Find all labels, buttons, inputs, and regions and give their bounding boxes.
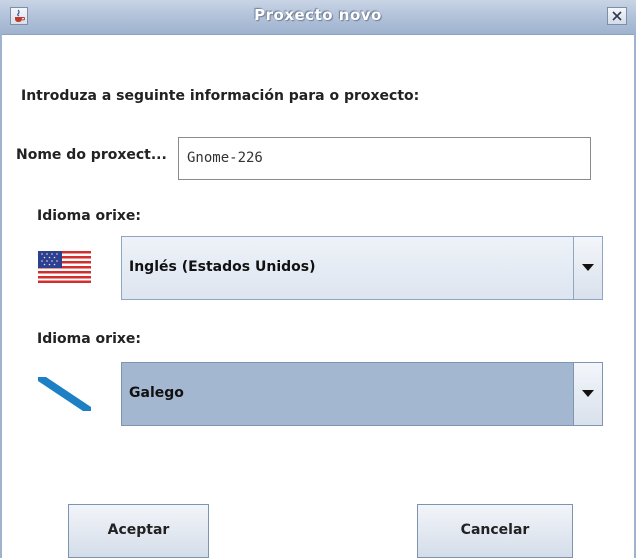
galicia-flag-icon [38,377,91,411]
target-language-select[interactable]: Galego [121,362,603,426]
chevron-down-icon[interactable] [573,237,602,299]
project-name-label: Nome do proxect... [16,147,167,163]
source-language-select[interactable]: Inglés (Estados Unidos) [121,236,603,300]
source-language-value: Inglés (Estados Unidos) [129,259,316,275]
window-border-left [0,34,2,558]
cancel-button[interactable]: Cancelar [417,504,573,558]
source-language-label: Idioma orixe: [37,208,142,224]
target-language-value: Galego [129,385,184,401]
chevron-down-icon[interactable] [573,363,602,425]
project-dialog: Proxecto novo Introduza a seguinte infor… [0,0,636,558]
window-title: Proxecto novo [254,6,382,24]
title-bar[interactable]: Proxecto novo [0,0,636,35]
close-icon[interactable] [607,7,627,25]
project-name-input[interactable]: Gnome-226 [178,137,591,180]
accept-button[interactable]: Aceptar [68,504,209,558]
us-flag-icon [38,251,91,283]
intro-text: Introduza a seguinte información para o … [21,88,420,104]
target-language-label: Idioma orixe: [37,331,142,347]
